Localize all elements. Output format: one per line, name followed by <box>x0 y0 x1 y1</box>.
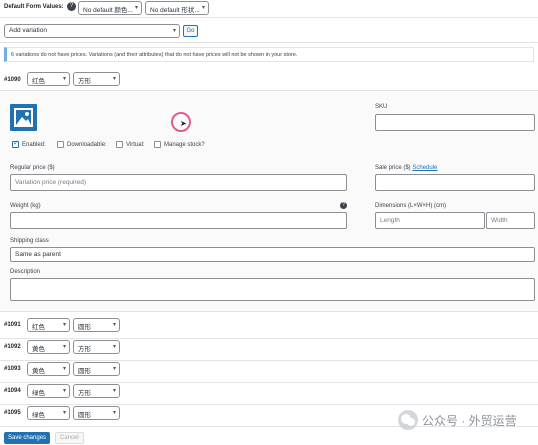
shipping-class-select[interactable]: Same as parent <box>10 247 535 262</box>
sale-price-text: Sale price ($) <box>375 165 411 171</box>
save-changes-button[interactable]: Save changes <box>4 432 51 444</box>
add-variation-select[interactable]: Add variation ▾ <box>4 24 180 38</box>
width-input[interactable]: Width <box>486 212 535 229</box>
dimensions-label: Dimensions (L×W×H) (cm) <box>375 203 447 209</box>
variation-color-select[interactable]: 绿色 ▾ <box>27 406 70 420</box>
chevron-down-icon: ▾ <box>62 322 66 328</box>
downloadable-label: Downloadable: <box>67 142 107 148</box>
variation-id: #1092 <box>4 344 21 350</box>
variation-color-select[interactable]: 黄色 ▾ <box>27 362 70 376</box>
variation-color-value: 红色 <box>32 78 45 85</box>
add-variation-select-value: Add variation <box>9 27 47 34</box>
divider <box>0 17 538 18</box>
go-button[interactable]: Go <box>183 25 198 37</box>
manage-stock-label: Manage stock? <box>164 142 205 148</box>
description-textarea[interactable] <box>10 278 535 301</box>
variation-shape-select[interactable]: 方形 ▾ <box>73 72 120 86</box>
weight-input[interactable] <box>10 212 347 229</box>
variation-color-value: 绿色 <box>32 412 45 419</box>
variation-id: #1091 <box>4 322 21 328</box>
weight-label: Weight (kg) <box>10 203 41 209</box>
watermark-text: 公众号 · 外贸运营 <box>422 414 517 428</box>
variation-shape-select[interactable]: 方形 ▾ <box>73 384 120 398</box>
chevron-down-icon: ▾ <box>112 410 116 416</box>
cursor-icon: ➤ <box>180 119 187 128</box>
chevron-down-icon: ▾ <box>112 388 116 394</box>
manage-stock-checkbox[interactable] <box>154 141 161 148</box>
variation-id: #1094 <box>4 388 21 394</box>
divider <box>0 360 538 361</box>
variation-color-select[interactable]: 绿色 ▾ <box>27 384 70 398</box>
variation-color-value: 黄色 <box>32 346 45 353</box>
variation-color-select[interactable]: 红色 ▾ <box>27 72 70 86</box>
variation-shape-select[interactable]: 圆形 ▾ <box>73 318 120 332</box>
chevron-down-icon: ▾ <box>112 322 116 328</box>
enabled-label: Enabled: <box>22 142 46 148</box>
variation-shape-value: 圆形 <box>78 368 91 375</box>
chevron-down-icon: ▾ <box>112 366 116 372</box>
chevron-down-icon: ▾ <box>201 5 205 11</box>
sku-label: SKU <box>375 104 388 110</box>
cancel-button[interactable]: Cancel <box>55 432 84 444</box>
virtual-label: Virtual: <box>126 142 145 148</box>
sale-price-input[interactable] <box>375 174 535 191</box>
enabled-checkbox[interactable] <box>12 139 19 148</box>
shipping-class-label: Shipping class <box>10 238 49 244</box>
variation-color-value: 黄色 <box>32 368 45 375</box>
chevron-down-icon: ▾ <box>62 388 66 394</box>
help-icon[interactable]: ? <box>67 2 76 11</box>
variation-color-select[interactable]: 红色 ▾ <box>27 318 70 332</box>
divider <box>0 404 538 405</box>
schedule-link[interactable]: Schedule <box>412 165 437 171</box>
divider <box>0 42 538 43</box>
divider <box>0 311 538 312</box>
default-color-select[interactable]: No default 颜色... ▾ <box>78 1 142 15</box>
notice-message: 6 variations do not have prices. Variati… <box>4 47 534 62</box>
wechat-logo-icon <box>398 410 418 430</box>
virtual-checkbox[interactable] <box>116 141 123 148</box>
chevron-down-icon: ▾ <box>62 366 66 372</box>
variation-shape-value: 方形 <box>78 78 91 85</box>
chevron-down-icon: ▾ <box>112 76 116 82</box>
sale-price-label: Sale price ($) Schedule <box>375 165 437 171</box>
variation-color-value: 绿色 <box>32 390 45 397</box>
variation-shape-select[interactable]: 方形 ▾ <box>73 340 120 354</box>
chevron-down-icon: ▾ <box>134 5 138 11</box>
chevron-down-icon: ▾ <box>62 76 66 82</box>
divider <box>0 382 538 383</box>
regular-price-label: Regular price ($) <box>10 165 55 171</box>
variation-shape-value: 方形 <box>78 390 91 397</box>
variation-color-value: 红色 <box>32 324 45 331</box>
length-input[interactable]: Length <box>375 212 485 229</box>
variation-shape-value: 圆形 <box>78 324 91 331</box>
sku-input[interactable] <box>375 114 535 131</box>
divider <box>0 338 538 339</box>
variation-color-select[interactable]: 黄色 ▾ <box>27 340 70 354</box>
variation-shape-value: 方形 <box>78 346 91 353</box>
variation-shape-value: 圆形 <box>78 412 91 419</box>
chevron-down-icon: ▾ <box>172 28 176 34</box>
variation-id: #1093 <box>4 366 21 372</box>
downloadable-checkbox[interactable] <box>57 141 64 148</box>
description-label: Description <box>10 269 41 275</box>
help-icon[interactable]: ? <box>340 202 347 209</box>
variation-shape-select[interactable]: 圆形 ▾ <box>73 362 120 376</box>
variation-id: #1090 <box>4 77 21 83</box>
image-icon[interactable] <box>10 104 37 131</box>
default-shape-select[interactable]: No default 形状... ▾ <box>145 1 209 15</box>
default-form-label: Default Form Values: <box>4 4 64 10</box>
variation-shape-select[interactable]: 圆形 ▾ <box>73 406 120 420</box>
default-shape-select-value: No default 形状... <box>150 7 200 14</box>
chevron-down-icon: ▾ <box>112 344 116 350</box>
chevron-down-icon: ▾ <box>62 344 66 350</box>
regular-price-input[interactable]: Variation price (required) <box>10 174 347 191</box>
default-color-select-value: No default 颜色... <box>83 7 133 14</box>
chevron-down-icon: ▾ <box>62 410 66 416</box>
variation-id: #1095 <box>4 410 21 416</box>
